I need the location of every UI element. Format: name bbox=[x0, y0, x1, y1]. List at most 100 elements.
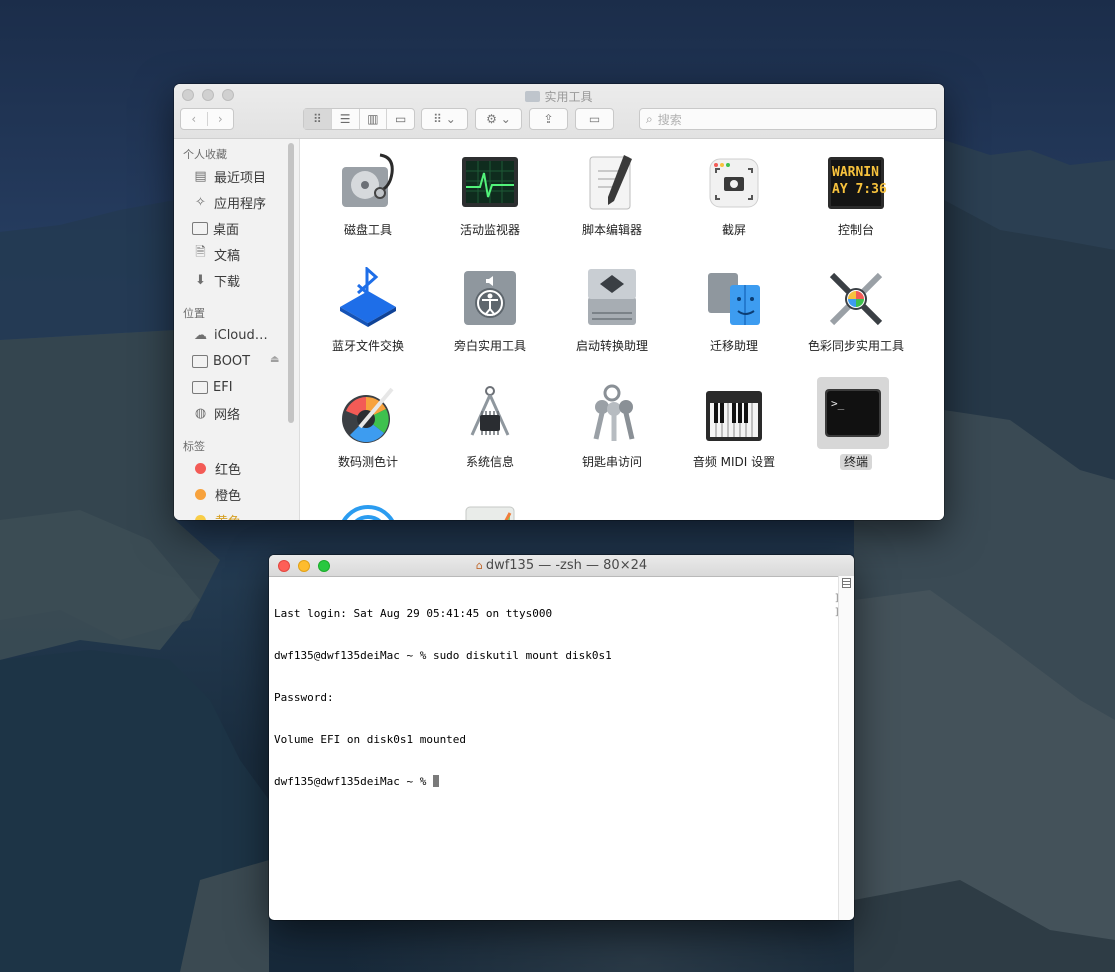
list-view-button[interactable]: ☰ bbox=[332, 109, 360, 129]
app-disk-utility[interactable]: 磁盘工具 bbox=[307, 147, 429, 263]
search-placeholder: 搜索 bbox=[657, 112, 682, 127]
tags-header: 标签 bbox=[183, 440, 205, 453]
gallery-view-button[interactable]: ▭ bbox=[387, 109, 414, 129]
network-icon: ◍ bbox=[194, 405, 207, 421]
app-script-editor[interactable]: 脚本编辑器 bbox=[551, 147, 673, 263]
boot-camp-icon bbox=[588, 269, 636, 325]
finder-window: 实用工具 ‹ › ⠿ ☰ ▥ ▭ ⠿ ⌄ ⚙ ⌄ ⇪ ▭ ⌕ 搜索 个人收藏 ▤… bbox=[174, 84, 944, 520]
terminal-scrollbar[interactable] bbox=[838, 576, 854, 920]
sidebar-tag-red[interactable]: 红色 bbox=[192, 457, 292, 479]
desktop-icon bbox=[192, 221, 208, 235]
edit-tags-button[interactable]: ▭ bbox=[575, 108, 614, 130]
finder-sidebar: 个人收藏 ▤ 最近项目 ✧ 应用程序 桌面 🗎 文稿 ⬇ 下载 位置 ☁ iCloud… … bbox=[174, 139, 300, 520]
app-label: 蓝牙文件交换 bbox=[331, 339, 404, 353]
app-console[interactable]: WARNIN AY 7:36 控制台 bbox=[795, 147, 917, 263]
terminal-icon: >_ bbox=[817, 377, 889, 449]
migration-assistant-icon bbox=[708, 273, 760, 325]
terminal-line: Volume EFI on disk0s1 mounted bbox=[274, 733, 467, 746]
console-screen-text-2: AY 7:36 bbox=[832, 182, 887, 197]
colorsync-icon bbox=[829, 272, 883, 326]
app-label: 截屏 bbox=[721, 223, 746, 237]
documents-icon: 🗎 bbox=[195, 245, 206, 260]
keychain-icon bbox=[593, 384, 635, 441]
app-keychain-access[interactable]: 钥匙串访问 bbox=[551, 379, 673, 495]
app-label: 控制台 bbox=[837, 223, 874, 237]
back-forward-control: ‹ › bbox=[180, 108, 234, 130]
screenshot-icon bbox=[709, 158, 759, 208]
app-label: 脚本编辑器 bbox=[581, 223, 642, 237]
sidebar-item-documents[interactable]: 🗎 文稿 bbox=[192, 243, 292, 265]
sidebar-item-applications[interactable]: ✧ 应用程序 bbox=[192, 191, 292, 213]
app-migration-assistant[interactable]: 迁移助理 bbox=[673, 263, 795, 379]
window-title: 实用工具 bbox=[174, 88, 944, 105]
app-audio-midi-setup[interactable]: 音频 MIDI 设置 bbox=[673, 379, 795, 495]
app-colorsync-utility[interactable]: 色彩同步实用工具 bbox=[795, 263, 917, 379]
app-label: 钥匙串访问 bbox=[581, 455, 642, 469]
app-activity-monitor[interactable]: 活动监视器 bbox=[429, 147, 551, 263]
applications-icon: ✧ bbox=[195, 194, 206, 210]
activity-monitor-icon bbox=[462, 157, 518, 207]
app-label: 音频 MIDI 设置 bbox=[692, 455, 776, 469]
app-label: 色彩同步实用工具 bbox=[807, 339, 904, 353]
group-by-button[interactable]: ⠿ ⌄ bbox=[421, 108, 468, 130]
column-view-button[interactable]: ▥ bbox=[360, 109, 388, 129]
share-button[interactable]: ⇪ bbox=[529, 108, 568, 130]
sidebar-scrollbar[interactable] bbox=[288, 143, 294, 423]
grapher-icon bbox=[465, 506, 515, 520]
app-partial-2[interactable] bbox=[429, 495, 551, 520]
sidebar-item-network[interactable]: ◍ 网络 bbox=[192, 402, 292, 424]
terminal-output[interactable]: Last login: Sat Aug 29 05:41:45 on ttys0… bbox=[274, 579, 834, 917]
icon-view-button[interactable]: ⠿ bbox=[304, 109, 332, 129]
app-label: 磁盘工具 bbox=[343, 223, 392, 237]
app-partial-1[interactable] bbox=[307, 495, 429, 520]
window-title: ⌂ dwf135 — -zsh — 80×24 bbox=[475, 558, 648, 573]
text-cursor bbox=[432, 775, 439, 787]
terminal-titlebar[interactable]: ⌂ dwf135 — -zsh — 80×24 bbox=[269, 555, 854, 577]
app-terminal[interactable]: >_ 终端 bbox=[795, 377, 917, 495]
yellow-tag-icon bbox=[195, 514, 206, 520]
sidebar-item-desktop[interactable]: 桌面 bbox=[192, 217, 292, 239]
back-button[interactable]: ‹ bbox=[181, 112, 208, 126]
home-icon: ⌂ bbox=[475, 559, 483, 572]
app-system-information[interactable]: 系统信息 bbox=[429, 379, 551, 495]
locations-header: 位置 bbox=[183, 307, 205, 320]
app-screenshot[interactable]: 截屏 bbox=[673, 147, 795, 263]
finder-titlebar[interactable]: 实用工具 ‹ › ⠿ ☰ ▥ ▭ ⠿ ⌄ ⚙ ⌄ ⇪ ▭ ⌕ 搜索 bbox=[174, 84, 944, 139]
voiceover-icon bbox=[464, 271, 516, 325]
sidebar-tag-orange[interactable]: 橙色 bbox=[192, 483, 292, 505]
eject-icon[interactable]: ⏏ bbox=[270, 354, 279, 365]
sidebar-item-efi[interactable]: EFI bbox=[192, 376, 292, 398]
app-boot-camp-assistant[interactable]: 启动转换助理 bbox=[551, 263, 673, 379]
finder-content: 磁盘工具 活动监视器 脚本编辑器 截屏 WARNIN AY 7:36 控制台 蓝… bbox=[300, 139, 944, 520]
folder-icon bbox=[525, 91, 541, 102]
split-pane-icon[interactable] bbox=[842, 578, 851, 588]
terminal-line: dwf135@dwf135deiMac ~ % sudo diskutil mo… bbox=[274, 649, 612, 662]
terminal-line: Last login: Sat Aug 29 05:41:45 on ttys0… bbox=[274, 607, 553, 620]
app-bluetooth-file-exchange[interactable]: 蓝牙文件交换 bbox=[307, 263, 429, 379]
audio-midi-icon bbox=[706, 391, 762, 441]
terminal-icon-prompt: >_ bbox=[831, 397, 845, 410]
console-icon: WARNIN AY 7:36 bbox=[828, 157, 887, 209]
disk-icon bbox=[192, 354, 208, 368]
color-meter-icon bbox=[342, 387, 394, 443]
console-screen-text-1: WARNIN bbox=[832, 165, 879, 180]
app-label: 启动转换助理 bbox=[575, 339, 648, 353]
app-label: 数码测色计 bbox=[337, 455, 398, 469]
app-voiceover-utility[interactable]: 旁白实用工具 bbox=[429, 263, 551, 379]
search-field[interactable]: ⌕ 搜索 bbox=[639, 108, 937, 130]
red-tag-icon bbox=[195, 462, 206, 474]
view-mode-control: ⠿ ☰ ▥ ▭ bbox=[303, 108, 415, 130]
forward-button[interactable]: › bbox=[208, 112, 234, 126]
sidebar-tag-yellow[interactable]: 黄色 bbox=[192, 509, 292, 520]
bluetooth-icon bbox=[340, 267, 396, 327]
system-information-icon bbox=[470, 386, 510, 436]
search-icon: ⌕ bbox=[646, 111, 653, 126]
app-label: 旁白实用工具 bbox=[453, 339, 526, 353]
sidebar-item-downloads[interactable]: ⬇ 下载 bbox=[192, 269, 292, 291]
sidebar-item-icloud[interactable]: ☁ iCloud… bbox=[192, 324, 292, 346]
disk-utility-icon bbox=[342, 153, 394, 207]
icloud-icon: ☁ bbox=[194, 327, 207, 343]
sidebar-item-recents[interactable]: ▤ 最近项目 bbox=[192, 165, 292, 187]
app-digital-color-meter[interactable]: 数码测色计 bbox=[307, 379, 429, 495]
action-menu-button[interactable]: ⚙ ⌄ bbox=[475, 108, 522, 130]
